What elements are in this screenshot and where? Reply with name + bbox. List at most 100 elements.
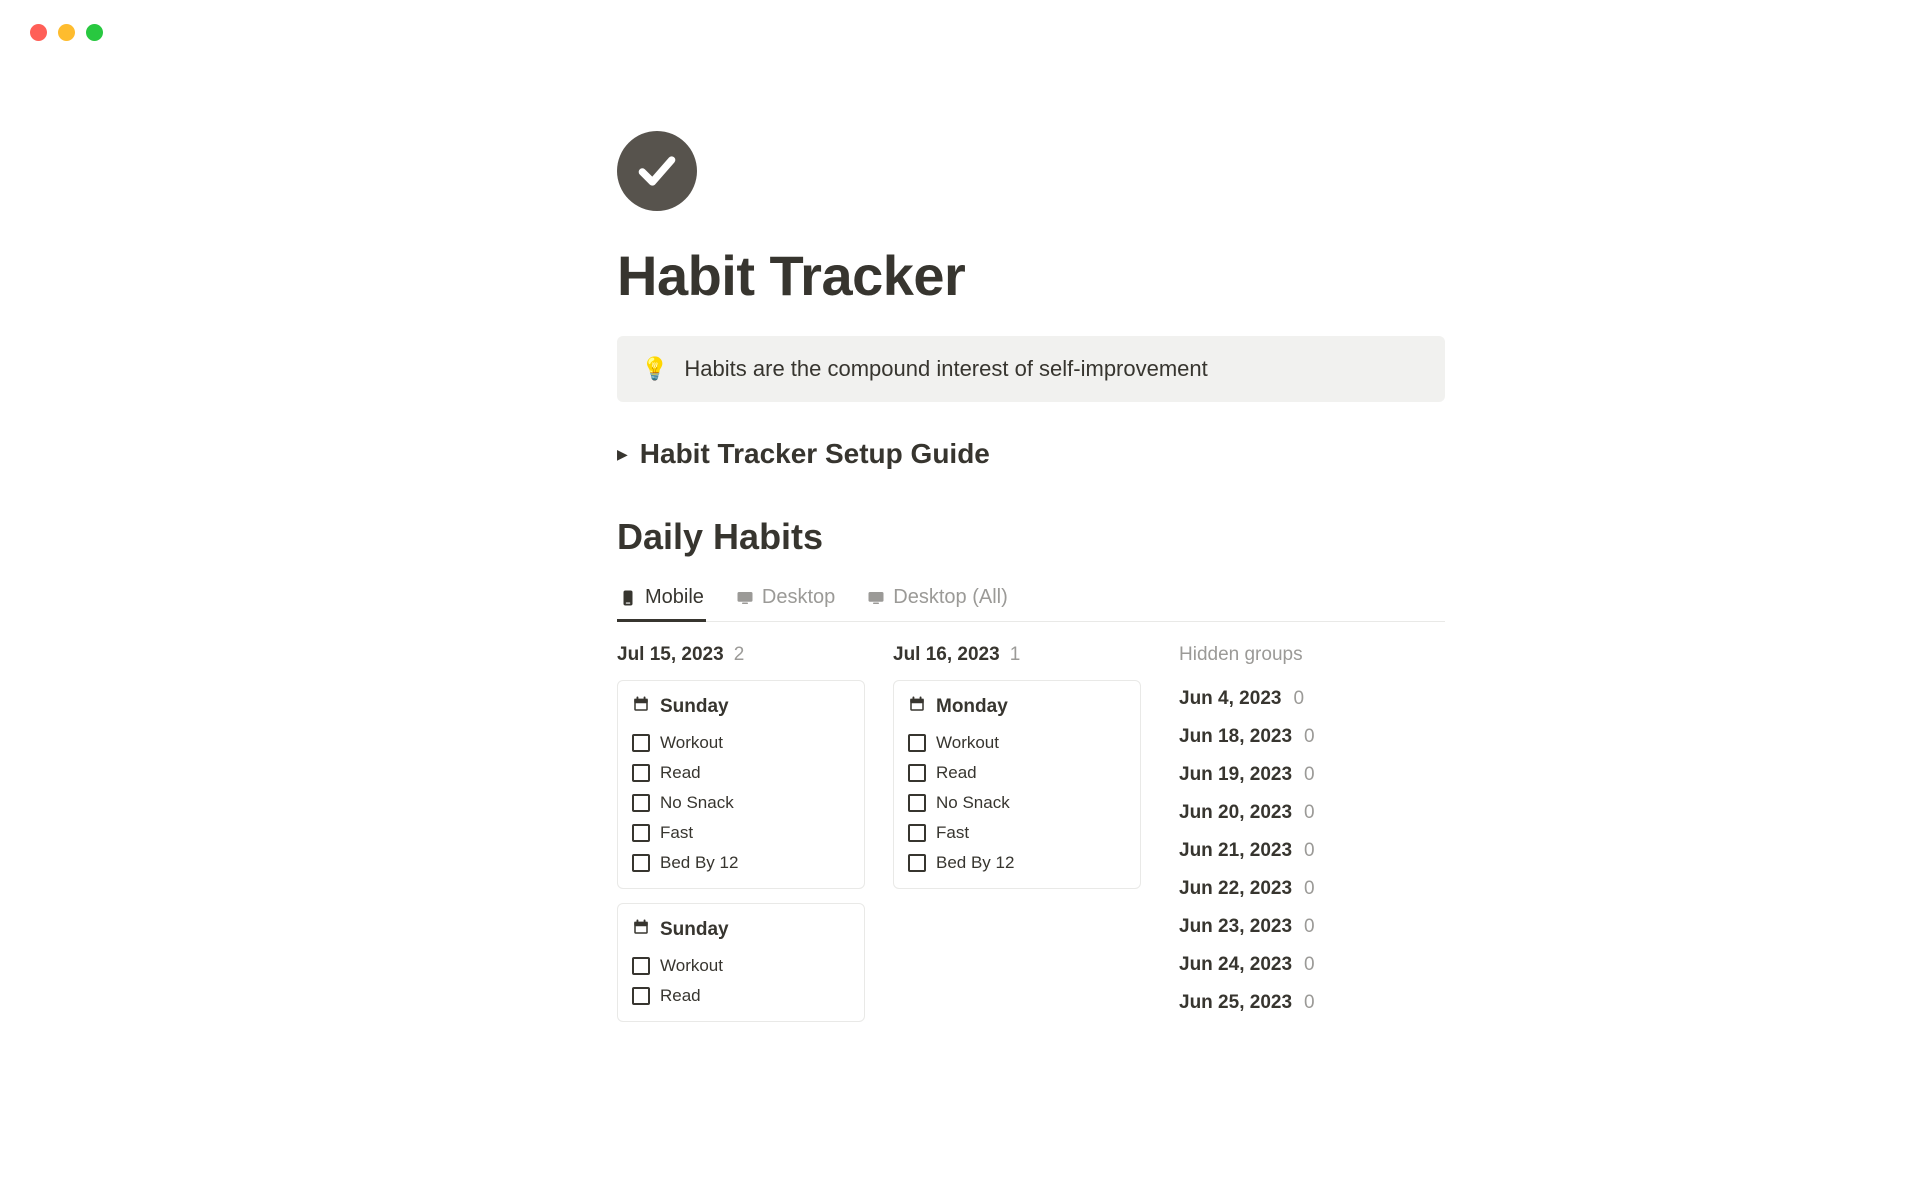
habit-checkbox[interactable] [908, 764, 926, 782]
hidden-group-row[interactable]: Jun 18, 2023 0 [1179, 718, 1369, 756]
habit-row: Read [632, 981, 850, 1011]
hidden-groups-title: Hidden groups [1179, 644, 1369, 666]
card-title-row: Sunday [632, 695, 850, 718]
habit-label: Read [936, 763, 977, 783]
section-title-daily-habits: Daily Habits [617, 516, 1445, 558]
calendar-icon [908, 695, 926, 718]
board-view: Jul 15, 2023 2 Sunday Workout Read No Snack Fa… [617, 622, 1445, 1036]
card-title: Sunday [660, 696, 729, 718]
habit-label: Fast [660, 823, 693, 843]
maximize-window-button[interactable] [86, 24, 103, 41]
column-count: 2 [734, 644, 745, 666]
habit-checkbox[interactable] [908, 824, 926, 842]
desktop-icon [867, 589, 885, 607]
habit-checkbox[interactable] [632, 957, 650, 975]
window-traffic-lights [0, 0, 1920, 41]
column-date: Jul 15, 2023 [617, 644, 724, 666]
hidden-group-count: 0 [1304, 878, 1315, 900]
habit-checkbox[interactable] [632, 794, 650, 812]
card-title: Monday [936, 696, 1008, 718]
habit-row: Workout [908, 728, 1126, 758]
lightbulb-icon: 💡 [641, 358, 668, 380]
habit-row: No Snack [632, 788, 850, 818]
habit-row: Fast [632, 818, 850, 848]
hidden-group-date: Jun 21, 2023 [1179, 840, 1292, 862]
hidden-group-date: Jun 22, 2023 [1179, 878, 1292, 900]
habit-row: Workout [632, 951, 850, 981]
habit-label: Read [660, 986, 701, 1006]
tab-desktop[interactable]: Desktop [734, 580, 837, 622]
column-header[interactable]: Jul 15, 2023 2 [617, 644, 865, 666]
hidden-group-row[interactable]: Jun 20, 2023 0 [1179, 794, 1369, 832]
habit-checkbox[interactable] [908, 794, 926, 812]
habit-checkbox[interactable] [632, 824, 650, 842]
page-title: Habit Tracker [617, 243, 1445, 308]
board-column: Jul 16, 2023 1 Monday Workout Read No Snack Fa… [893, 644, 1141, 1036]
habit-card[interactable]: Sunday Workout Read No Snack Fast Bed By 12 [617, 680, 865, 889]
hidden-group-date: Jun 18, 2023 [1179, 726, 1292, 748]
hidden-group-count: 0 [1304, 954, 1315, 976]
hidden-group-count: 0 [1304, 764, 1315, 786]
hidden-group-date: Jun 20, 2023 [1179, 802, 1292, 824]
habit-checkbox[interactable] [908, 854, 926, 872]
toggle-setup-guide[interactable]: ▶ Habit Tracker Setup Guide [617, 438, 1445, 470]
column-date: Jul 16, 2023 [893, 644, 1000, 666]
hidden-group-row[interactable]: Jun 24, 2023 0 [1179, 946, 1369, 984]
desktop-icon [736, 589, 754, 607]
habit-label: Read [660, 763, 701, 783]
tab-label: Desktop [762, 586, 835, 609]
habit-row: Bed By 12 [908, 848, 1126, 878]
mobile-icon [619, 589, 637, 607]
habit-checkbox[interactable] [908, 734, 926, 752]
habit-card[interactable]: Sunday Workout Read [617, 903, 865, 1022]
hidden-group-date: Jun 4, 2023 [1179, 688, 1281, 710]
hidden-group-count: 0 [1293, 688, 1304, 710]
hidden-group-row[interactable]: Jun 25, 20230 [1179, 984, 1369, 1022]
hidden-group-row[interactable]: Jun 23, 20230 [1179, 908, 1369, 946]
tab-desktop-all-[interactable]: Desktop (All) [865, 580, 1009, 622]
habit-row: No Snack [908, 788, 1126, 818]
habit-row: Bed By 12 [632, 848, 850, 878]
hidden-group-date: Jun 24, 2023 [1179, 954, 1292, 976]
callout-block[interactable]: 💡 Habits are the compound interest of se… [617, 336, 1445, 402]
hidden-group-date: Jun 19, 2023 [1179, 764, 1292, 786]
calendar-icon [632, 695, 650, 718]
hidden-group-count: 0 [1304, 802, 1315, 824]
hidden-groups: Hidden groups Jun 4, 20230Jun 18, 20230J… [1169, 644, 1369, 1036]
habit-row: Read [632, 758, 850, 788]
hidden-group-row[interactable]: Jun 22, 2023 0 [1179, 870, 1369, 908]
habit-label: Workout [660, 956, 723, 976]
hidden-group-row[interactable]: Jun 21, 2023 0 [1179, 832, 1369, 870]
callout-text: Habits are the compound interest of self… [684, 356, 1207, 382]
hidden-group-row[interactable]: Jun 4, 2023 0 [1179, 680, 1369, 718]
column-header[interactable]: Jul 16, 2023 1 [893, 644, 1141, 666]
calendar-icon [632, 918, 650, 941]
card-title-row: Monday [908, 695, 1126, 718]
habit-checkbox[interactable] [632, 764, 650, 782]
hidden-group-count: 0 [1304, 916, 1315, 938]
hidden-group-row[interactable]: Jun 19, 2023 0 [1179, 756, 1369, 794]
habit-label: Workout [936, 733, 999, 753]
habit-checkbox[interactable] [632, 987, 650, 1005]
habit-row: Workout [632, 728, 850, 758]
tab-mobile[interactable]: Mobile [617, 580, 706, 622]
habit-label: No Snack [936, 793, 1010, 813]
column-count: 1 [1010, 644, 1021, 666]
checkmark-icon [635, 149, 679, 193]
habit-label: No Snack [660, 793, 734, 813]
board-column: Jul 15, 2023 2 Sunday Workout Read No Snack Fa… [617, 644, 865, 1036]
tab-label: Mobile [645, 586, 704, 609]
habit-checkbox[interactable] [632, 854, 650, 872]
close-window-button[interactable] [30, 24, 47, 41]
habit-label: Fast [936, 823, 969, 843]
hidden-group-count: 0 [1304, 840, 1315, 862]
habit-card[interactable]: Monday Workout Read No Snack Fast Bed By 12 [893, 680, 1141, 889]
hidden-group-count: 0 [1304, 726, 1315, 748]
card-title-row: Sunday [632, 918, 850, 941]
minimize-window-button[interactable] [58, 24, 75, 41]
habit-label: Bed By 12 [936, 853, 1014, 873]
toggle-title: Habit Tracker Setup Guide [640, 438, 990, 470]
hidden-group-date: Jun 25, 2023 [1179, 992, 1292, 1014]
page-icon-checkmark[interactable] [617, 131, 697, 211]
habit-checkbox[interactable] [632, 734, 650, 752]
